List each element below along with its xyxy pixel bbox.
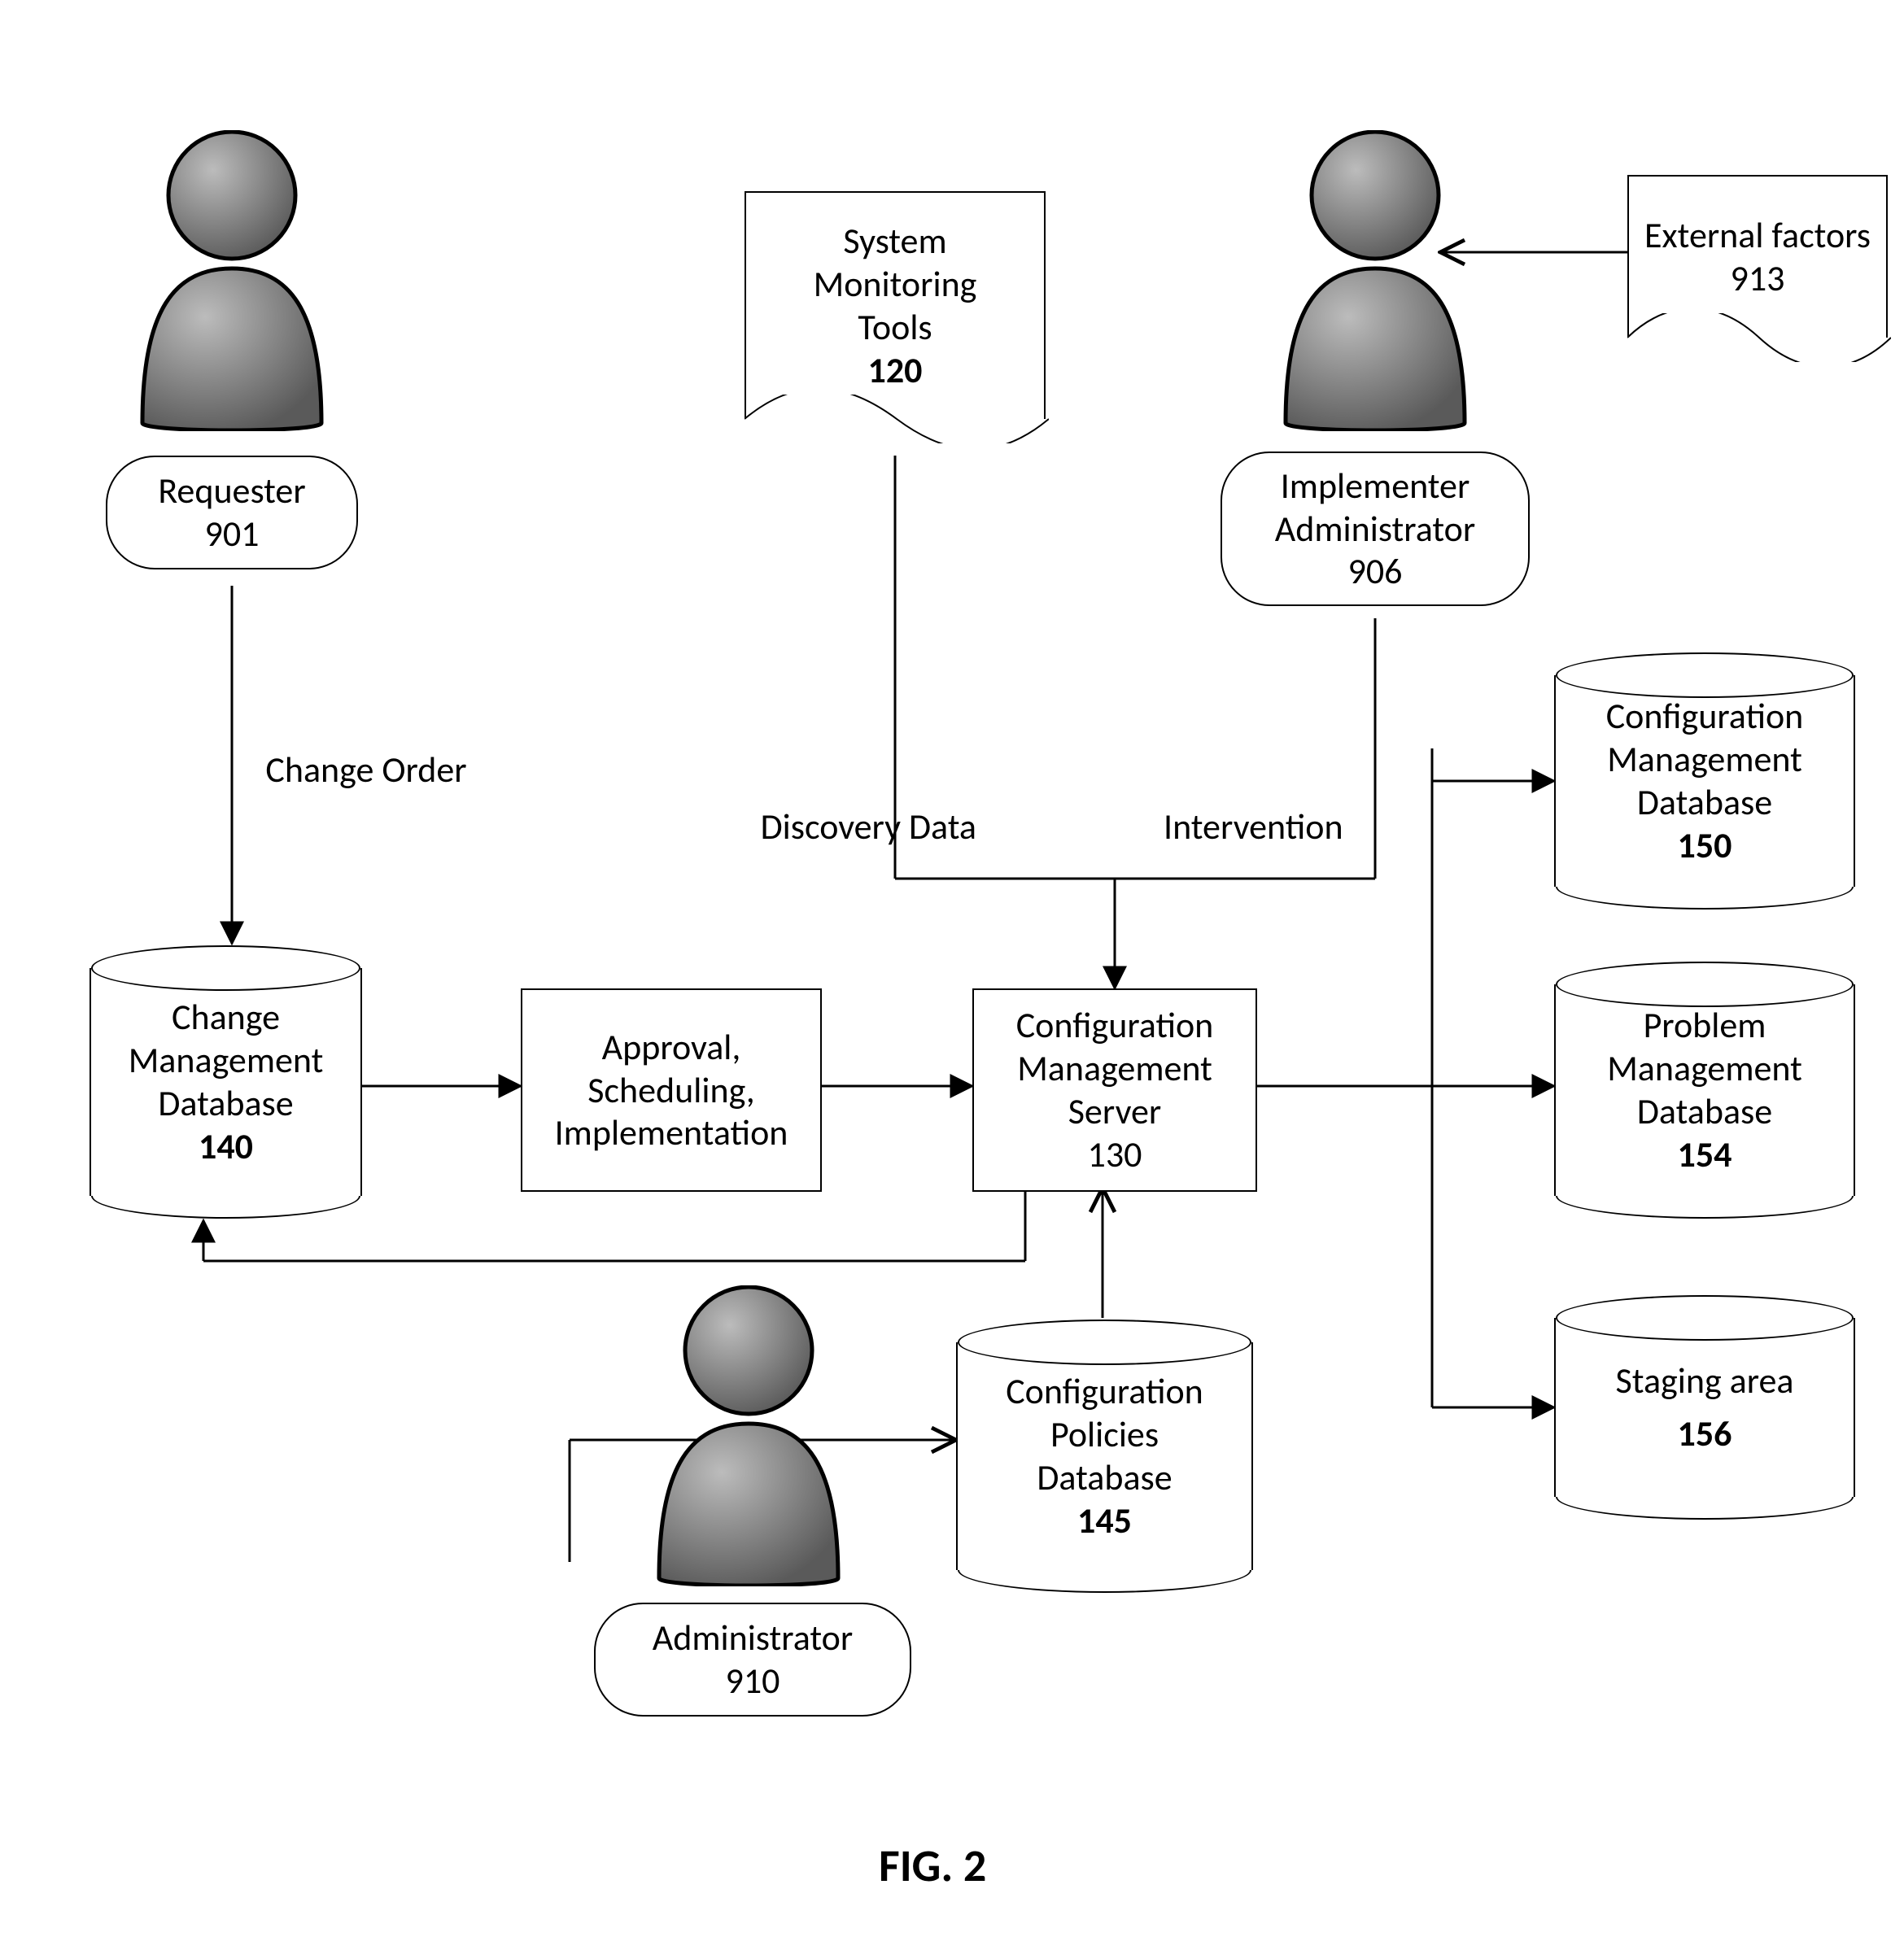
diagram-canvas: Requester 901 Implementer Administrator …	[0, 0, 1904, 1950]
db-configuration-management: Configuration Management Database 150	[1554, 675, 1855, 887]
doc-external-factors: External factors 913	[1627, 175, 1888, 338]
approval-l1: Approval,	[602, 1026, 741, 1069]
cfg-ref: 150	[1678, 824, 1732, 867]
administrator-ref: 910	[726, 1660, 780, 1703]
policies-ref: 145	[1077, 1499, 1132, 1542]
smt-l2: Monitoring	[814, 263, 977, 306]
administrator-label: Administrator	[653, 1616, 853, 1660]
change-l1: Change	[172, 996, 280, 1039]
edge-label-discovery-data: Discovery Data	[716, 805, 976, 848]
cylinder-top	[958, 1320, 1251, 1365]
cylinder-top	[1556, 652, 1854, 698]
doc-wavy-bottom-2	[1627, 313, 1891, 362]
implementer-ref: 906	[1348, 550, 1403, 593]
cms-l1: Configuration	[1016, 1004, 1214, 1047]
cfg-l3: Database	[1637, 781, 1772, 824]
cms-l2: Management	[1017, 1047, 1212, 1090]
caption-requester: Requester 901	[106, 456, 358, 569]
cylinder-bottom	[91, 1173, 360, 1219]
edge-label-change-order: Change Order	[252, 748, 480, 792]
requester-ref: 901	[205, 513, 260, 556]
implementer-label1: Implementer	[1281, 465, 1470, 508]
user-icon-implementer	[1269, 130, 1481, 431]
cylinder-bottom	[1556, 864, 1854, 910]
cms-l3: Server	[1068, 1090, 1162, 1133]
doc-wavy-bottom	[745, 395, 1049, 443]
external-l1: External factors	[1644, 214, 1871, 257]
cylinder-top	[1556, 1295, 1854, 1341]
box-configuration-management-server: Configuration Management Server 130	[972, 988, 1257, 1192]
cfg-l2: Management	[1607, 738, 1802, 781]
staging-ref: 156	[1678, 1412, 1732, 1455]
caption-administrator: Administrator 910	[594, 1603, 911, 1717]
smt-ref: 120	[868, 349, 923, 392]
doc-system-monitoring-tools: System Monitoring Tools 120	[745, 191, 1046, 419]
approval-l2: Scheduling,	[587, 1069, 755, 1112]
smt-l1: System	[843, 220, 946, 263]
figure-caption: FIG. 2	[879, 1839, 986, 1894]
db-staging-area: Staging area 156	[1554, 1318, 1855, 1497]
change-l3: Database	[158, 1082, 293, 1125]
user-icon-administrator	[643, 1285, 854, 1586]
smt-l3: Tools	[858, 306, 932, 349]
cylinder-bottom	[1556, 1474, 1854, 1520]
prob-l1: Problem	[1644, 1004, 1766, 1047]
change-l2: Management	[129, 1039, 324, 1082]
change-ref: 140	[199, 1125, 253, 1168]
policies-l3: Database	[1037, 1456, 1172, 1499]
prob-ref: 154	[1678, 1133, 1732, 1176]
cylinder-top	[1556, 962, 1854, 1007]
prob-l3: Database	[1637, 1090, 1772, 1133]
requester-label: Requester	[158, 469, 305, 513]
prob-l2: Management	[1607, 1047, 1802, 1090]
policies-l2: Policies	[1050, 1413, 1159, 1456]
box-approval-scheduling-implementation: Approval, Scheduling, Implementation	[521, 988, 822, 1192]
caption-implementer: Implementer Administrator 906	[1221, 452, 1530, 606]
external-ref: 913	[1731, 257, 1785, 300]
implementer-label2: Administrator	[1275, 508, 1475, 551]
cylinder-top	[91, 945, 360, 991]
staging-l1: Staging area	[1616, 1359, 1794, 1403]
cylinder-bottom	[958, 1547, 1251, 1593]
cfg-l1: Configuration	[1606, 695, 1804, 738]
cylinder-bottom	[1556, 1173, 1854, 1219]
approval-l3: Implementation	[555, 1111, 788, 1154]
policies-l1: Configuration	[1006, 1370, 1203, 1413]
edge-label-intervention: Intervention	[1164, 805, 1408, 848]
db-configuration-policies: Configuration Policies Database 145	[956, 1342, 1253, 1570]
cms-ref: 130	[1088, 1133, 1142, 1176]
user-icon-requester	[126, 130, 338, 431]
db-change-management: Change Management Database 140	[90, 968, 362, 1196]
db-problem-management: Problem Management Database 154	[1554, 984, 1855, 1196]
